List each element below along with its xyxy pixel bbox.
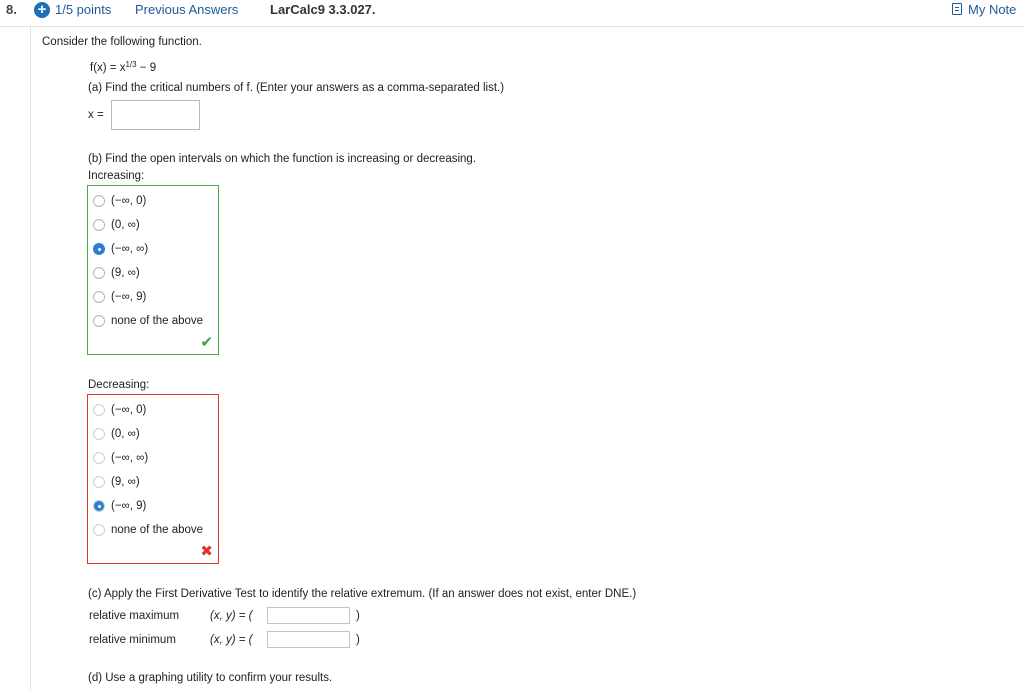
option-label: (0, ∞) — [111, 219, 140, 231]
radio-button[interactable] — [93, 267, 105, 279]
increasing-option[interactable]: none of the above — [93, 314, 203, 328]
increasing-options-group: (−∞, 0) (0, ∞) (−∞, ∞) (9, ∞) (−∞, 9) no… — [87, 185, 219, 355]
part-a-label: x = — [88, 109, 104, 121]
problem-intro: Consider the following function. — [42, 36, 202, 48]
decreasing-label: Decreasing: — [88, 379, 150, 391]
decreasing-option[interactable]: (−∞, 9) — [93, 499, 146, 513]
radio-button[interactable] — [93, 291, 105, 303]
increasing-label: Increasing: — [88, 170, 145, 182]
question-id: LarCalc9 3.3.027. — [270, 2, 376, 17]
part-d-prompt: (d) Use a graphing utility to confirm yo… — [88, 672, 333, 684]
relative-minimum-close-paren: ) — [356, 634, 360, 646]
relative-minimum-label: relative minimum — [89, 634, 176, 646]
notes-icon — [952, 3, 962, 15]
decreasing-option[interactable]: (9, ∞) — [93, 475, 140, 489]
function-rhs: − 9 — [136, 62, 157, 74]
cross-icon: ✖ — [200, 543, 213, 560]
part-a-prompt: (a) Find the critical numbers of f. (Ent… — [88, 82, 505, 94]
radio-button[interactable] — [93, 428, 105, 440]
increasing-option[interactable]: (0, ∞) — [93, 218, 140, 232]
previous-answers-link[interactable]: Previous Answers — [135, 2, 238, 17]
option-label: none of the above — [111, 524, 204, 536]
my-notes-link[interactable]: My Note — [952, 2, 1016, 17]
plus-circle-icon[interactable]: + — [34, 2, 50, 18]
option-label: none of the above — [111, 315, 204, 327]
increasing-option[interactable]: (−∞, 9) — [93, 290, 146, 304]
relative-minimum-xy-label: (x, y) = ( — [210, 634, 253, 646]
header-divider — [0, 26, 1024, 27]
radio-button-selected[interactable] — [93, 243, 105, 255]
checkmark-icon: ✔ — [200, 334, 213, 351]
option-label: (9, ∞) — [111, 476, 140, 488]
function-definition: f(x) = x1/3 − 9 — [90, 60, 156, 74]
option-label: (−∞, 9) — [111, 500, 147, 512]
option-label: (−∞, 9) — [111, 291, 147, 303]
question-header: 8. + 1/5 points Previous Answers LarCalc… — [0, 0, 1024, 26]
radio-button[interactable] — [93, 524, 105, 536]
option-label: (−∞, ∞) — [111, 243, 149, 255]
relative-maximum-label: relative maximum — [89, 610, 180, 622]
function-lhs: f(x) = x — [90, 62, 126, 74]
left-rule — [30, 27, 31, 690]
option-label: (−∞, 0) — [111, 404, 147, 416]
option-label: (−∞, 0) — [111, 195, 147, 207]
relative-maximum-xy-label: (x, y) = ( — [210, 610, 253, 622]
option-label: (−∞, ∞) — [111, 452, 149, 464]
increasing-option[interactable]: (9, ∞) — [93, 266, 140, 280]
radio-button[interactable] — [93, 404, 105, 416]
function-exponent: 1/3 — [125, 60, 137, 69]
points-link[interactable]: 1/5 points — [55, 2, 111, 17]
relative-maximum-close-paren: ) — [356, 610, 360, 622]
decreasing-option[interactable]: (0, ∞) — [93, 427, 140, 441]
question-number: 8. — [6, 2, 17, 17]
part-b-prompt: (b) Find the open intervals on which the… — [88, 153, 477, 165]
relative-minimum-input[interactable] — [267, 631, 350, 648]
critical-numbers-input[interactable] — [111, 100, 200, 130]
radio-button[interactable] — [93, 315, 105, 327]
radio-button-selected[interactable] — [93, 500, 105, 512]
relative-maximum-input[interactable] — [267, 607, 350, 624]
increasing-option[interactable]: (−∞, ∞) — [93, 242, 148, 256]
radio-button[interactable] — [93, 195, 105, 207]
radio-button[interactable] — [93, 452, 105, 464]
option-label: (9, ∞) — [111, 267, 140, 279]
my-notes-label: My Note — [968, 2, 1017, 17]
increasing-option[interactable]: (−∞, 0) — [93, 194, 146, 208]
decreasing-option[interactable]: (−∞, 0) — [93, 403, 146, 417]
decreasing-options-group: (−∞, 0) (0, ∞) (−∞, ∞) (9, ∞) (−∞, 9) no… — [87, 394, 219, 564]
part-c-prompt: (c) Apply the First Derivative Test to i… — [88, 588, 637, 600]
radio-button[interactable] — [93, 476, 105, 488]
option-label: (0, ∞) — [111, 428, 140, 440]
decreasing-option[interactable]: (−∞, ∞) — [93, 451, 148, 465]
radio-button[interactable] — [93, 219, 105, 231]
decreasing-option[interactable]: none of the above — [93, 523, 203, 537]
